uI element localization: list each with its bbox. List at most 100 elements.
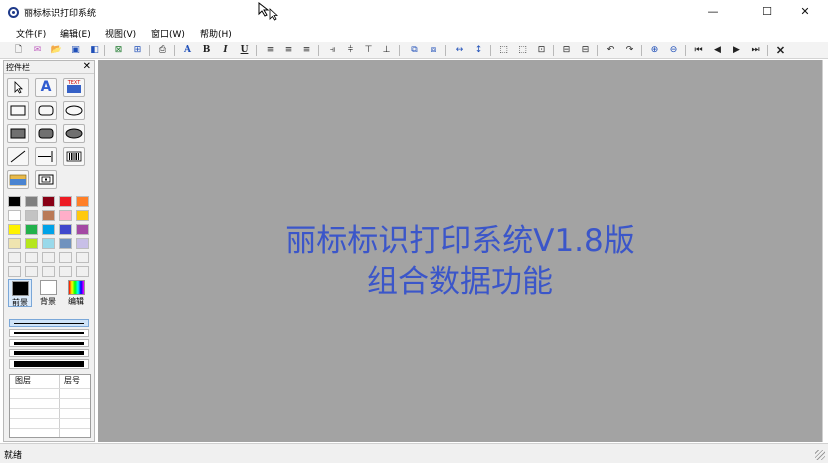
line-width-option[interactable] [9,319,89,327]
pointer-tool[interactable] [7,78,29,97]
align-objects-left-icon[interactable]: ⫣ [326,44,339,57]
filled-rounded-rectangle-tool[interactable] [35,124,57,143]
color-swatch[interactable] [76,196,89,207]
color-swatch[interactable] [59,196,72,207]
line-width-option[interactable] [9,329,89,337]
menu-window[interactable]: 窗口(W) [151,27,185,40]
delete-icon[interactable]: ✕ [774,44,787,57]
color-swatch[interactable] [8,252,21,263]
print-icon[interactable]: ⎙ [156,44,169,57]
zoom-in-icon[interactable]: ⊕ [648,44,661,57]
color-swatch[interactable] [59,252,72,263]
align-left-icon[interactable]: ≡ [264,44,277,57]
design-canvas[interactable]: 丽标标识打印系统V1.8版 组合数据功能 [98,60,822,442]
color-swatch[interactable] [59,224,72,235]
color-swatch[interactable] [25,252,38,263]
text-tool[interactable]: A [35,78,57,97]
align-center-icon[interactable]: ≡ [282,44,295,57]
zoom-out-icon[interactable]: ⊖ [667,44,680,57]
color-swatch[interactable] [42,196,55,207]
color-swatch[interactable] [42,238,55,249]
align-objects-top-icon[interactable]: ⊤ [362,44,375,57]
color-swatch[interactable] [8,210,21,221]
color-swatch[interactable] [42,210,55,221]
next-page-icon[interactable]: ▶ [730,44,743,57]
color-swatch[interactable] [42,252,55,263]
layer-number-column-header[interactable]: 层号 [64,375,80,386]
color-swatch[interactable] [8,196,21,207]
line-width-option[interactable] [9,349,89,357]
bold-icon[interactable]: B [200,44,213,57]
save-all-icon[interactable]: ◧ [88,44,101,57]
center-icon[interactable]: ⊡ [535,44,548,57]
redo-icon[interactable]: ↷ [623,44,636,57]
layers-table[interactable]: 图层 层号 [9,374,91,438]
color-swatch[interactable] [25,196,38,207]
orthogonal-line-tool[interactable] [35,147,57,166]
color-swatch[interactable] [59,210,72,221]
new-doc-icon[interactable]: 🗋 [12,44,25,57]
filled-rectangle-tool[interactable] [7,124,29,143]
grid-icon[interactable]: ⊞ [131,44,144,57]
distribute-v-icon[interactable]: ⬚ [516,44,529,57]
prev-page-icon[interactable]: ◀ [711,44,724,57]
open-icon[interactable]: 📂 [50,44,63,57]
foreground-color-selector[interactable]: 前景 [8,279,32,307]
line-width-option[interactable] [9,359,89,369]
color-swatch[interactable] [8,224,21,235]
image-tool[interactable] [7,170,29,189]
template-icon[interactable]: ✉ [31,44,44,57]
color-swatch[interactable] [25,266,38,277]
export-icon[interactable]: ⊠ [112,44,125,57]
distribute-h-icon[interactable]: ⬚ [497,44,510,57]
color-swatch[interactable] [76,238,89,249]
color-swatch[interactable] [42,266,55,277]
color-swatch[interactable] [8,238,21,249]
layer-column-header[interactable]: 图层 [15,375,31,386]
background-color-selector[interactable]: 背景 [36,279,60,307]
vertical-scrollbar[interactable] [822,60,828,442]
first-page-icon[interactable]: ⏮ [692,44,705,57]
align-objects-bottom-icon[interactable]: ⊥ [380,44,393,57]
filled-ellipse-tool[interactable] [63,124,85,143]
color-swatch[interactable] [25,224,38,235]
underline-icon[interactable]: U [238,44,251,57]
menu-edit[interactable]: 编辑(E) [60,27,91,40]
send-back-icon[interactable]: ⊟ [579,44,592,57]
same-height-icon[interactable]: ↕ [472,44,485,57]
resize-grip-icon[interactable] [815,450,825,460]
bring-front-icon[interactable]: ⊟ [560,44,573,57]
ungroup-icon[interactable]: ⧈ [427,44,440,57]
same-width-icon[interactable]: ↔ [453,44,466,57]
line-tool[interactable] [7,147,29,166]
panel-close-icon[interactable]: ✕ [83,61,91,72]
barcode-tool[interactable] [63,147,85,166]
color-swatch[interactable] [59,266,72,277]
minimize-button[interactable]: — [690,0,736,24]
menu-file[interactable]: 文件(F) [16,27,46,40]
close-button[interactable]: ✕ [782,0,828,24]
last-page-icon[interactable]: ⏭ [749,44,762,57]
color-swatch[interactable] [76,210,89,221]
color-swatch[interactable] [59,238,72,249]
rectangle-tool[interactable] [7,101,29,120]
font-icon[interactable]: A [181,44,194,57]
text-box-tool[interactable]: TEXT [63,78,85,97]
color-swatch[interactable] [42,224,55,235]
menu-view[interactable]: 视图(V) [105,27,136,40]
save-icon[interactable]: ▣ [69,44,82,57]
color-swatch[interactable] [76,266,89,277]
group-icon[interactable]: ⧉ [408,44,421,57]
color-swatch[interactable] [8,266,21,277]
color-swatch[interactable] [76,252,89,263]
italic-icon[interactable]: I [219,44,232,57]
color-swatch[interactable] [25,238,38,249]
rounded-rectangle-tool[interactable] [35,101,57,120]
serial-number-tool[interactable] [35,170,57,189]
align-objects-center-icon[interactable]: ⫩ [344,44,357,57]
menu-help[interactable]: 帮助(H) [200,27,232,40]
line-width-option[interactable] [9,339,89,347]
color-swatch[interactable] [76,224,89,235]
ellipse-tool[interactable] [63,101,85,120]
undo-icon[interactable]: ↶ [604,44,617,57]
